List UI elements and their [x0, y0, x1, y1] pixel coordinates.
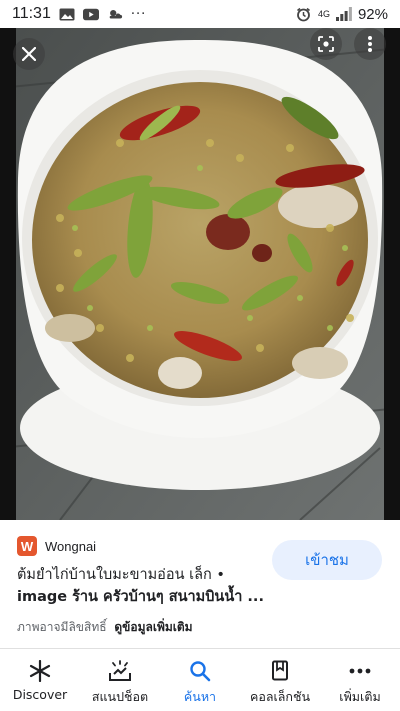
bottom-nav: Discover สแนปช็อต ค้นหา คอลเล็กชัน เพิ่ม… — [0, 648, 400, 711]
signal-icon — [335, 7, 352, 21]
youtube-icon — [82, 7, 99, 21]
nav-discover[interactable]: Discover — [0, 649, 80, 711]
alarm-icon — [296, 7, 312, 21]
source-name: Wongnai — [45, 538, 97, 554]
close-icon — [22, 47, 36, 61]
visit-button[interactable]: เข้าชม — [272, 540, 382, 580]
network-type: 4G — [317, 9, 330, 19]
soup-photo — [0, 28, 400, 520]
more-options-button[interactable] — [354, 28, 386, 60]
nav-label: สแนปช็อต — [91, 689, 149, 704]
nav-snapshot[interactable]: สแนปช็อต — [80, 649, 160, 711]
status-bar: 11:31 ··· 4G 92% — [0, 0, 400, 28]
lens-button[interactable] — [310, 28, 342, 60]
nav-label: Discover — [12, 687, 68, 702]
collections-icon — [269, 659, 291, 683]
nav-label: ค้นหา — [183, 689, 217, 704]
copyright-text: ภาพอาจมีลิขสิทธิ์ — [17, 620, 107, 634]
more-info-link[interactable]: ดูข้อมูลเพิ่มเติม — [114, 620, 192, 634]
nav-label: คอลเล็กชัน — [249, 689, 311, 704]
notification-more-dots: ··· — [130, 6, 147, 22]
close-button[interactable] — [13, 38, 45, 70]
result-info-panel: W Wongnai ต้มยำไก่บ้านใบมะขามอ่อน เล็ก •… — [0, 520, 400, 648]
snapshot-icon — [108, 659, 132, 683]
asterisk-icon — [29, 659, 51, 683]
battery-level: 92% — [357, 5, 388, 23]
more-horiz-icon — [349, 659, 371, 683]
image-viewer[interactable] — [0, 28, 400, 520]
title-image-word: image — [17, 589, 68, 605]
gallery-icon — [59, 7, 75, 21]
wongnai-logo-icon: W — [17, 536, 37, 556]
title-line2: ร้าน ครัวบ้านๆ สนามบินน้ำ ... — [67, 589, 264, 605]
nav-label: เพิ่มเติม — [339, 689, 381, 704]
more-vert-icon — [368, 36, 372, 52]
title-line1: ต้มยำไก่บ้านใบมะขามอ่อน เล็ก • — [17, 567, 225, 583]
copyright-notice: ภาพอาจมีลิขสิทธิ์ ดูข้อมูลเพิ่มเติม — [17, 618, 193, 637]
status-time: 11:31 — [12, 5, 51, 22]
search-icon — [189, 659, 211, 683]
nav-collections[interactable]: คอลเล็กชัน — [240, 649, 320, 711]
nav-more[interactable]: เพิ่มเติม — [320, 649, 400, 711]
lens-icon — [318, 36, 334, 52]
result-title[interactable]: ต้มยำไก่บ้านใบมะขามอ่อน เล็ก • image ร้า… — [17, 564, 267, 608]
source-row[interactable]: W Wongnai — [17, 536, 96, 556]
nav-search[interactable]: ค้นหา — [160, 649, 240, 711]
weather-icon — [107, 7, 123, 21]
